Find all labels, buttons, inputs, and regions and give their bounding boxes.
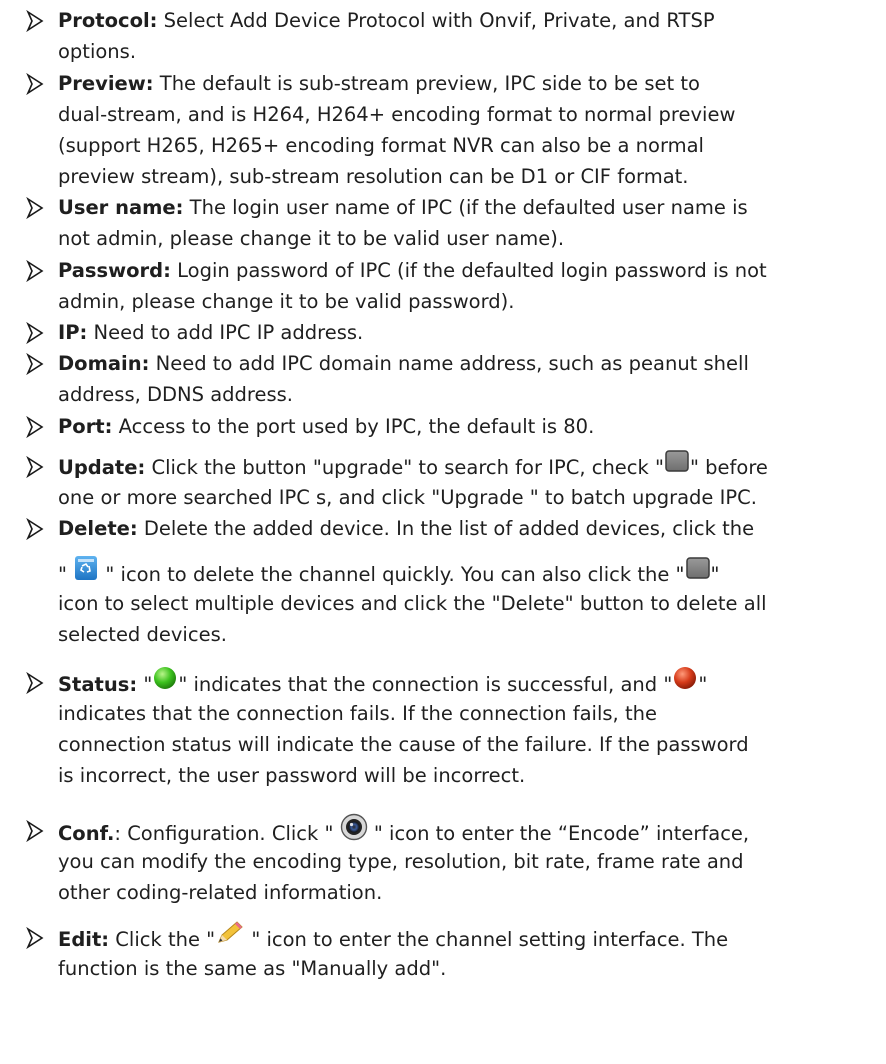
term-username: User name: [58,196,184,219]
text-delete-line-1: Delete the added device. In the list of … [137,517,755,540]
arrow-bullet-icon [26,456,44,478]
text-preview-line-4: preview stream), sub-stream resolution c… [58,165,689,188]
text-password-line-1: Login password of IPC (if the defaulted … [170,259,767,282]
text-password-line-2: admin, please change it to be valid pass… [58,290,515,313]
arrow-bullet-icon [26,416,44,438]
text-ip-line-1: Need to add IPC IP address. [87,321,364,344]
checkbox-icon [664,449,690,482]
checkbox-icon [685,556,711,589]
term-protocol: Protocol: [58,9,158,32]
term-status: Status: [58,673,138,696]
text-edit-line-1a: Click the " [109,928,216,951]
text-edit-line-2: function is the same as "Manually add". [58,957,447,980]
arrow-bullet-icon [26,197,44,219]
text-conf-line-1a: : Configuration. Click " [114,822,340,845]
arrow-bullet-icon [26,73,44,95]
text-status-line-1b: " indicates that the connection is succe… [178,673,673,696]
text-protocol-line-2: options. [58,40,137,63]
text-username-line-1: The login user name of IPC (if the defau… [183,196,748,219]
text-status-line-1c: " [698,673,708,696]
text-preview-line-1: The default is sub-stream preview, IPC s… [153,72,700,95]
recycle-bin-icon [73,554,99,591]
term-edit: Edit: [58,928,110,951]
red-status-dot-icon [672,665,698,700]
text-status-line-4: is incorrect, the user password will be … [58,764,526,787]
text-domain-line-2: address, DDNS address. [58,383,294,406]
term-delete: Delete: [58,517,138,540]
text-delete-line-2c: " [710,563,720,586]
text-status-line-1a: " [137,673,153,696]
text-conf-line-2: you can modify the encoding type, resolu… [58,850,744,873]
text-delete-line-2a: " [58,563,74,586]
text-delete-line-2b: " icon to delete the channel quickly. Yo… [99,563,685,586]
arrow-bullet-icon [26,820,44,842]
pencil-icon [215,920,245,955]
term-password: Password: [58,259,171,282]
arrow-bullet-icon [26,518,44,540]
text-edit-line-1b: " icon to enter the channel setting inte… [245,928,729,951]
arrow-bullet-icon [26,353,44,375]
term-ip: IP: [58,321,88,344]
arrow-bullet-icon [26,672,44,694]
text-update-line-1b: " before [689,456,768,479]
arrow-bullet-icon [26,927,44,949]
text-preview-line-2: dual-stream, and is H264, H264+ encoding… [58,103,736,126]
green-status-dot-icon [152,665,178,700]
term-port: Port: [58,415,113,438]
camera-lens-icon [340,813,368,850]
text-port-line-1: Access to the port used by IPC, the defa… [112,415,595,438]
text-status-line-2: indicates that the connection fails. If … [58,702,657,725]
text-conf-line-3: other coding-related information. [58,881,383,904]
text-status-line-3: connection status will indicate the caus… [58,733,749,756]
term-domain: Domain: [58,352,150,375]
text-delete-line-3: icon to select multiple devices and clic… [58,592,767,615]
term-update: Update: [58,456,146,479]
term-conf: Conf. [58,822,115,845]
text-protocol-line-1: Select Add Device Protocol with Onvif, P… [157,9,715,32]
arrow-bullet-icon [26,10,44,32]
text-conf-line-1b: " icon to enter the “Encode” interface, [367,822,750,845]
text-update-line-1a: Click the button "upgrade" to search for… [145,456,664,479]
text-username-line-2: not admin, please change it to be valid … [58,227,565,250]
text-delete-line-4: selected devices. [58,623,227,646]
text-update-line-2: one or more searched IPC s, and click "U… [58,486,757,509]
text-domain-line-1: Need to add IPC domain name address, suc… [149,352,749,375]
text-preview-line-3: (support H265, H265+ encoding format NVR… [58,134,704,157]
arrow-bullet-icon [26,322,44,344]
term-preview: Preview: [58,72,154,95]
arrow-bullet-icon [26,260,44,282]
